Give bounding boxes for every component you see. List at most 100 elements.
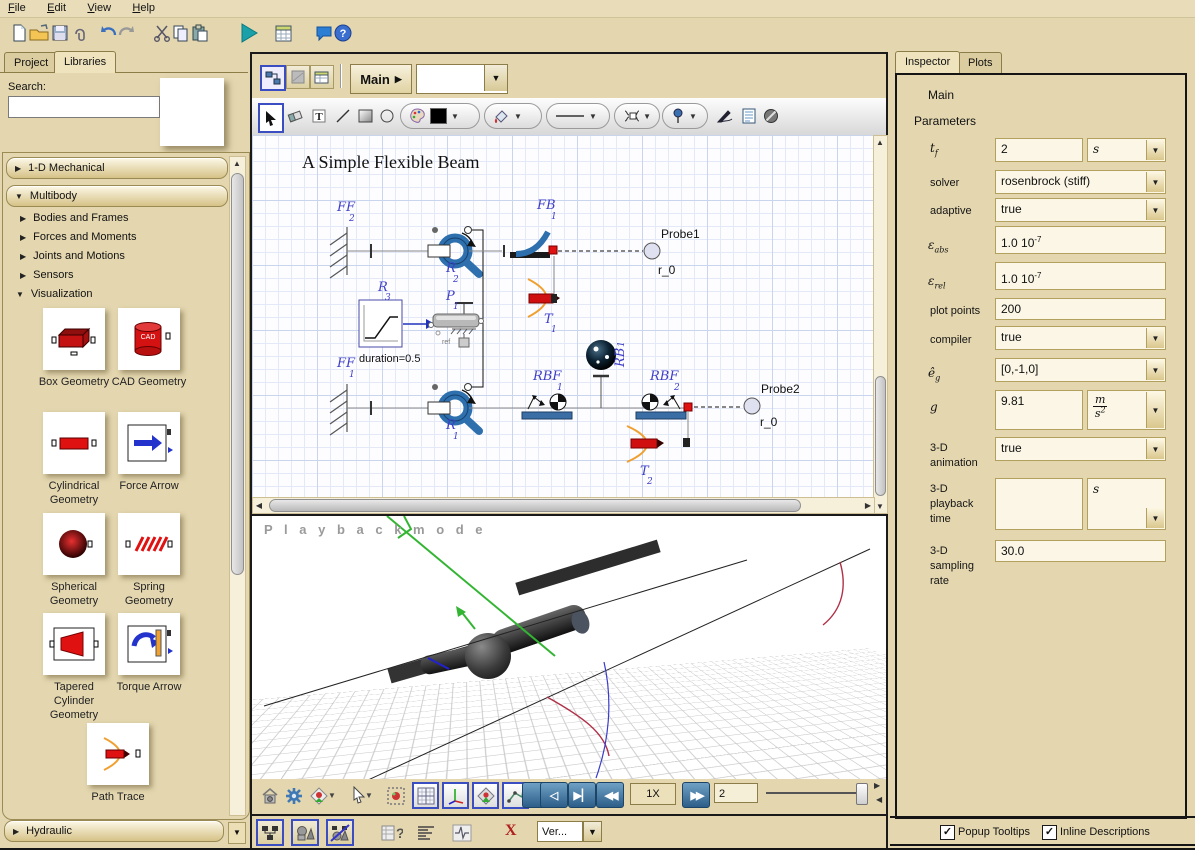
section-1d-mechanical[interactable]: ▶ 1-D Mechanical — [6, 157, 228, 179]
tab-project[interactable]: Project — [4, 52, 58, 73]
combo-arrow-icon[interactable]: ▼ — [1146, 328, 1164, 348]
combo-arrow-icon[interactable]: ▼ — [1146, 140, 1164, 160]
combo-arrow-icon[interactable]: ▼ — [1146, 392, 1164, 428]
combo-arrow-icon[interactable]: ▼ — [1146, 200, 1164, 220]
datasheet-button[interactable] — [272, 22, 294, 44]
select-tool[interactable] — [258, 103, 284, 133]
scroll-up-icon[interactable]: ▲ — [232, 159, 242, 168]
flange-port[interactable] — [465, 227, 472, 234]
fixed-frame-ff1[interactable] — [330, 384, 347, 435]
run-simulation-button[interactable] — [238, 22, 260, 44]
diagram-canvas[interactable]: A Simple Flexible Beam FF2 R2 — [252, 135, 873, 497]
menu-help[interactable]: Help — [132, 2, 155, 14]
probe1-node[interactable] — [644, 243, 660, 259]
dropdown-arrow-icon[interactable]: ▼ — [365, 791, 373, 800]
version-combo-arrow-icon[interactable]: ▼ — [583, 821, 602, 842]
breadcrumb-main-button[interactable]: Main▶ — [350, 64, 412, 94]
palette-path-trace[interactable] — [87, 723, 149, 785]
playback-speed-field[interactable]: 1X — [630, 783, 676, 805]
canvas-hscrollbar-thumb[interactable] — [269, 499, 801, 512]
flexible-beam-fb1[interactable] — [510, 232, 557, 258]
tf-unit-combo[interactable]: s▼ — [1087, 138, 1166, 162]
palette-spherical-geometry[interactable] — [43, 513, 105, 575]
scroll-up-icon[interactable]: ▲ — [875, 138, 885, 147]
close-console-button[interactable]: X — [505, 822, 517, 840]
palette-box-geometry[interactable] — [43, 308, 105, 370]
canvas-vscrollbar[interactable]: ▲ ▼ — [873, 135, 888, 514]
open-file-button[interactable] — [28, 22, 50, 44]
inline-descriptions-checkbox[interactable]: ✓ — [1042, 825, 1057, 840]
view-settings-button[interactable] — [282, 783, 306, 809]
model-help-button[interactable]: ? — [378, 819, 406, 846]
solver-combo[interactable]: rosenbrock (stiff)▼ — [995, 170, 1166, 194]
canvas-hscrollbar[interactable]: ◀ ▶ — [252, 497, 875, 514]
redo-button[interactable] — [116, 22, 138, 44]
line-style-picker[interactable]: ▼ — [546, 103, 610, 129]
rectangle-tool[interactable] — [354, 103, 376, 129]
playback-time-unit-combo[interactable]: s▼ — [1087, 478, 1166, 530]
dropdown-arrow-icon[interactable]: ▼ — [328, 791, 336, 800]
version-combo[interactable]: Ver... — [537, 821, 583, 842]
connection-node[interactable] — [684, 403, 692, 411]
camera-home-button[interactable] — [258, 783, 282, 809]
sidebar-scrollbar-thumb[interactable] — [231, 173, 244, 575]
combo-arrow-icon[interactable]: ▼ — [1146, 360, 1164, 380]
signature-tool[interactable] — [714, 103, 736, 129]
eraser-tool[interactable] — [284, 103, 306, 129]
tree-item-bodies-frames[interactable]: ▶Bodies and Frames — [20, 212, 129, 224]
menu-file[interactable]: File — [8, 2, 26, 14]
palette-torque-arrow[interactable] — [118, 613, 180, 675]
paste-button[interactable] — [189, 22, 211, 44]
canvas-vscrollbar-thumb[interactable] — [875, 376, 886, 496]
flange-port[interactable] — [432, 227, 438, 233]
pin-annotation-picker[interactable]: ▼ — [662, 103, 708, 129]
playback-3d-view[interactable]: P l a y b a c k m o d e — [252, 514, 886, 781]
text-tool[interactable]: T — [308, 103, 330, 129]
show-3d-button[interactable] — [291, 819, 319, 846]
attach-button[interactable] — [69, 22, 91, 44]
section-multibody[interactable]: ▼ Multibody — [6, 185, 228, 207]
eps-abs-field[interactable]: 1.0 10-7 — [995, 226, 1166, 254]
menu-view[interactable]: View — [87, 2, 111, 14]
tree-item-visualization[interactable]: ▼Visualization — [16, 288, 92, 300]
combo-arrow-icon[interactable]: ▼ — [1146, 172, 1164, 192]
tree-item-forces-moments[interactable]: ▶Forces and Moments — [20, 231, 136, 243]
plot-points-field[interactable]: 200 — [995, 298, 1166, 320]
palette-force-arrow[interactable] — [118, 412, 180, 474]
rigid-beam-frame-rbf1[interactable] — [522, 394, 572, 419]
model-tree-button[interactable] — [286, 65, 310, 89]
gravity-vector-combo[interactable]: [0,-1,0]▼ — [995, 358, 1166, 382]
expand-right-icon[interactable]: ▶ — [874, 781, 880, 790]
playback-time-field[interactable]: 2 — [714, 783, 758, 803]
component-selector-combo[interactable]: ▼ — [416, 64, 508, 94]
document-properties-tool[interactable] — [738, 103, 760, 129]
console-output-button[interactable] — [412, 819, 440, 846]
port-style-picker[interactable]: ▼ — [614, 103, 660, 129]
combo-arrow-icon[interactable]: ▼ — [1146, 508, 1164, 528]
toggle-grid-button[interactable] — [412, 782, 439, 809]
animation-combo[interactable]: true▼ — [995, 437, 1166, 461]
palette-spring-geometry[interactable] — [118, 513, 180, 575]
show-both-button[interactable] — [326, 819, 354, 846]
fill-color-picker[interactable]: ▼ — [484, 103, 542, 129]
tf-value-field[interactable]: 2 — [995, 138, 1083, 162]
playback-time-field[interactable] — [995, 478, 1083, 530]
flange-port[interactable] — [432, 384, 438, 390]
disable-tool[interactable] — [760, 103, 782, 129]
toggle-geometry-button[interactable] — [472, 782, 499, 809]
section-hydraulic[interactable]: ▶ Hydraulic — [4, 820, 224, 842]
fit-view-button[interactable] — [384, 783, 408, 809]
fast-forward-button[interactable]: ▶▶ — [682, 782, 710, 808]
help-button[interactable]: ? — [332, 22, 354, 44]
menu-edit[interactable]: Edit — [47, 2, 66, 14]
tree-item-sensors[interactable]: ▶Sensors — [20, 269, 74, 281]
compiler-combo[interactable]: true▼ — [995, 326, 1166, 350]
palette-cylindrical-geometry[interactable] — [43, 412, 105, 474]
signal-monitor-button[interactable] — [448, 819, 476, 846]
combo-arrow-icon[interactable]: ▼ — [484, 65, 507, 91]
popup-tooltips-checkbox[interactable]: ✓ — [940, 825, 955, 840]
signal-wire[interactable] — [472, 230, 483, 387]
playback-slider-track[interactable] — [766, 792, 862, 794]
sampling-rate-field[interactable]: 30.0 — [995, 540, 1166, 562]
g-unit-combo[interactable]: ms2 ▼ — [1087, 390, 1166, 430]
